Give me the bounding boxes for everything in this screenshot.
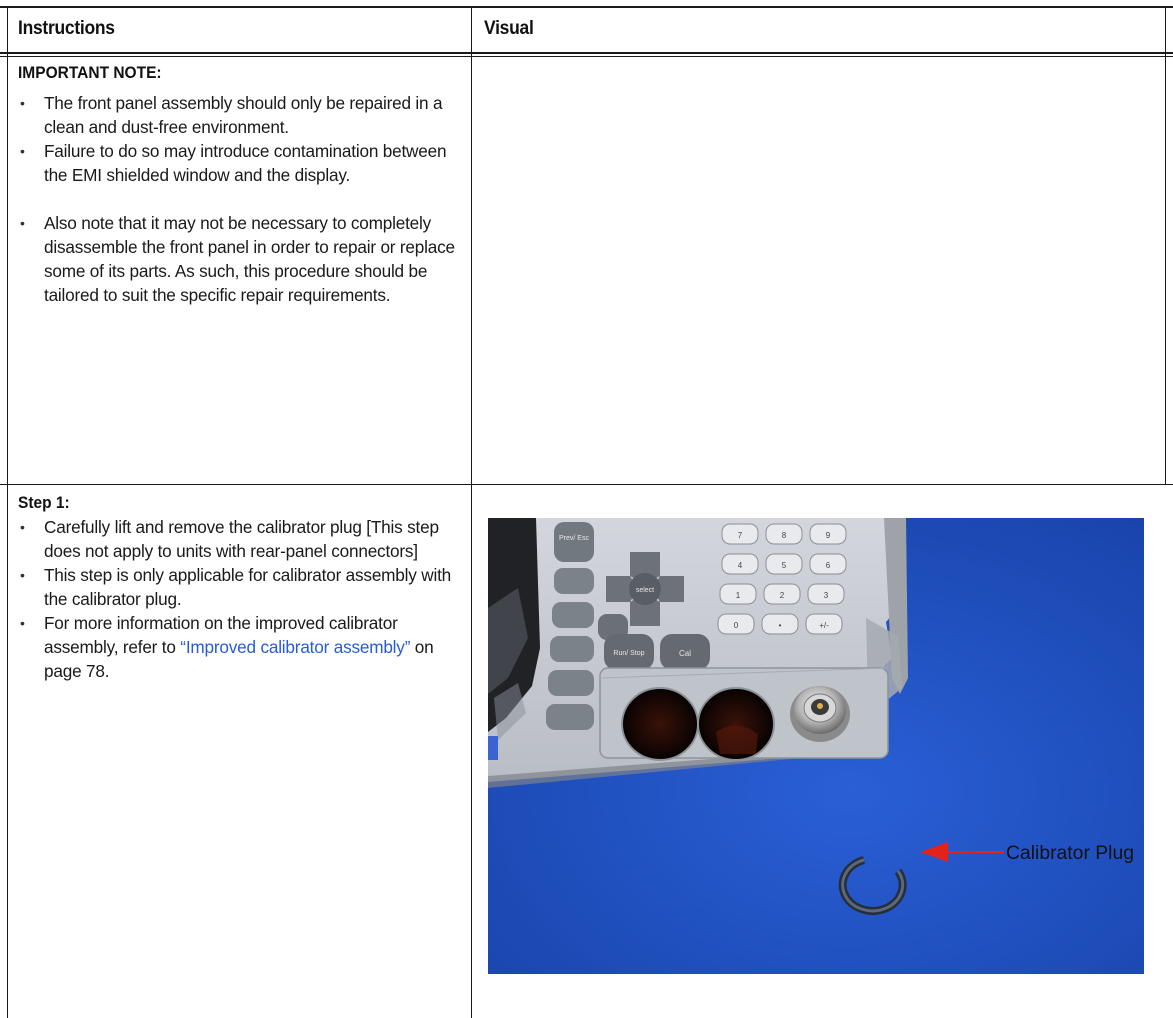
table-column-rule (471, 6, 472, 1018)
key-decimal: • (779, 621, 782, 630)
key-plus-minus: +/- (819, 621, 829, 630)
calibrator-plug-label: Calibrator Plug (1006, 843, 1134, 864)
blue-indicator (488, 736, 498, 760)
key-run-stop: Run/ Stop (613, 650, 644, 657)
important-note-cell: IMPORTANT NOTE: The front panel assembly… (18, 64, 462, 307)
header-bottom-rule (0, 52, 1173, 54)
key-3: 3 (824, 591, 829, 600)
key-0: 0 (734, 621, 739, 630)
important-note-list: The front panel assembly should only be … (18, 91, 462, 307)
header-bottom-rule-2 (0, 56, 1173, 57)
improved-calibrator-link[interactable]: “Improved calibrator assembly” (180, 637, 410, 657)
key-8: 8 (782, 531, 787, 540)
key-4: 4 (738, 561, 743, 570)
key-cal: Cal (679, 649, 691, 658)
table-top-rule (0, 6, 1173, 8)
step-1-list: Carefully lift and remove the calibrator… (18, 515, 462, 683)
important-note-title: IMPORTANT NOTE: (18, 64, 162, 82)
table-left-rule (7, 6, 8, 1018)
column-header-visual: Visual (484, 18, 534, 39)
key-prev-esc: Prev/ Esc (559, 535, 589, 542)
step-1-cell: Step 1: Carefully lift and remove the ca… (18, 494, 462, 683)
list-item: Carefully lift and remove the calibrator… (18, 515, 462, 563)
row-divider-rule (0, 484, 1173, 485)
list-item: The front panel assembly should only be … (18, 91, 462, 139)
list-item: Failure to do so may introduce contamina… (18, 139, 462, 187)
list-item: This step is only applicable for calibra… (18, 563, 462, 611)
key-6: 6 (826, 561, 831, 570)
rf-connector (790, 686, 850, 742)
key-1: 1 (736, 591, 741, 600)
list-item: Also note that it may not be necessary t… (18, 211, 462, 307)
connector-hole-left (621, 687, 699, 761)
column-header-instructions: Instructions (18, 18, 115, 39)
key-select: select (636, 587, 654, 594)
key-5: 5 (782, 561, 787, 570)
table-right-rule (1165, 6, 1166, 485)
list-item: For more information on the improved cal… (18, 611, 462, 683)
step-1-title: Step 1: (18, 494, 70, 512)
key-9: 9 (826, 531, 831, 540)
calibrator-plug-photo: Prev/ Esc select Run/ Stop Cal 7 8 9 4 5… (488, 518, 1144, 974)
instructions-table: Instructions Visual IMPORTANT NOTE: The … (0, 0, 1173, 1018)
key-7: 7 (738, 531, 743, 540)
key-2: 2 (780, 591, 785, 600)
